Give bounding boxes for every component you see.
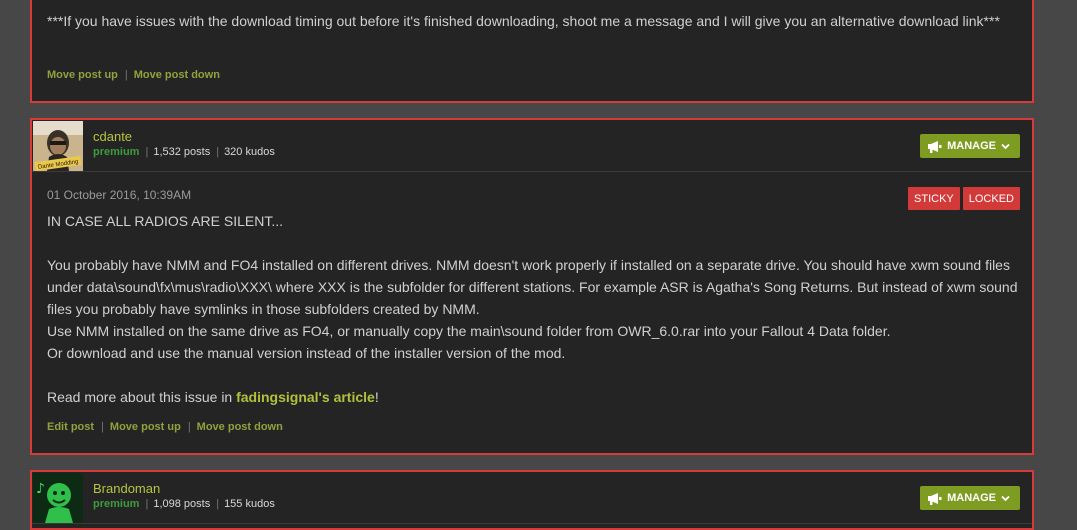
forum-post: Dante Modding cdante premium | 1,532 posts…: [30, 118, 1034, 455]
chevron-down-icon: [1001, 495, 1010, 502]
post-actions: Move post up | Move post down: [47, 69, 220, 81]
post-paragraph: You probably have NMM and FO4 installed …: [47, 257, 1018, 317]
separator: |: [145, 146, 149, 158]
separator: |: [216, 498, 220, 510]
svg-text:♪: ♪: [36, 481, 45, 497]
manage-label: MANAGE: [947, 140, 996, 152]
posts-count: 1,098 posts: [153, 498, 211, 510]
megaphone-icon: [927, 492, 942, 505]
read-more-prefix: Read more about this issue in: [47, 389, 237, 405]
move-post-down-link[interactable]: Move post down: [134, 69, 220, 81]
forum-post: ♪ Brandoman premium | 1,098 posts | 155 kudo…: [30, 470, 1034, 530]
post-actions: Edit post | Move post up | Move post down: [47, 421, 283, 433]
user-stats: premium | 1,098 posts | 155 kudos: [93, 498, 275, 510]
separator: |: [216, 146, 220, 158]
move-post-up-link[interactable]: Move post up: [110, 421, 181, 433]
avatar[interactable]: Dante Modding: [33, 121, 83, 171]
separator: |: [101, 421, 104, 433]
kudos-count: 320 kudos: [224, 146, 275, 158]
kudos-count: 155 kudos: [224, 498, 275, 510]
sticky-badge: STICKY: [908, 187, 960, 210]
manage-button[interactable]: MANAGE: [920, 486, 1020, 510]
locked-badge: LOCKED: [962, 187, 1020, 210]
post-date: 01 October 2016, 10:39AM: [47, 188, 192, 202]
post-paragraph: Use NMM installed on the same drive as F…: [47, 323, 891, 339]
read-more-suffix: !: [374, 389, 379, 405]
read-more-line: Read more about this issue in fadingsign…: [47, 386, 1022, 408]
separator: |: [124, 69, 128, 81]
chevron-down-icon: [1001, 143, 1010, 150]
rank-label: premium: [93, 146, 140, 158]
username-link[interactable]: Brandoman: [93, 481, 160, 496]
post-badges: STICKY LOCKED: [908, 187, 1020, 210]
manage-button[interactable]: MANAGE: [920, 134, 1020, 158]
manage-label: MANAGE: [947, 492, 996, 504]
post-body: IN CASE ALL RADIOS ARE SILENT... You pro…: [47, 210, 1022, 408]
move-post-up-link[interactable]: Move post up: [47, 69, 118, 81]
post-header: ♪ Brandoman premium | 1,098 posts | 155 kudo…: [32, 472, 1032, 524]
article-link[interactable]: fadingsignal's article: [236, 389, 375, 405]
posts-count: 1,532 posts: [153, 146, 211, 158]
username-link[interactable]: cdante: [93, 129, 132, 144]
post-header: Dante Modding cdante premium | 1,532 posts…: [32, 120, 1032, 172]
post-body: ***If you have issues with the download …: [47, 13, 1000, 29]
edit-post-link[interactable]: Edit post: [47, 421, 94, 433]
move-post-down-link[interactable]: Move post down: [197, 421, 283, 433]
avatar[interactable]: ♪: [33, 473, 83, 523]
post-paragraph: Or download and use the manual version i…: [47, 345, 566, 361]
post-heading: IN CASE ALL RADIOS ARE SILENT...: [47, 213, 284, 229]
separator: |: [187, 421, 191, 433]
user-stats: premium | 1,532 posts | 320 kudos: [93, 146, 275, 158]
separator: |: [145, 498, 149, 510]
forum-post: ***If you have issues with the download …: [30, 0, 1034, 103]
rank-label: premium: [93, 498, 140, 510]
megaphone-icon: [927, 140, 942, 153]
